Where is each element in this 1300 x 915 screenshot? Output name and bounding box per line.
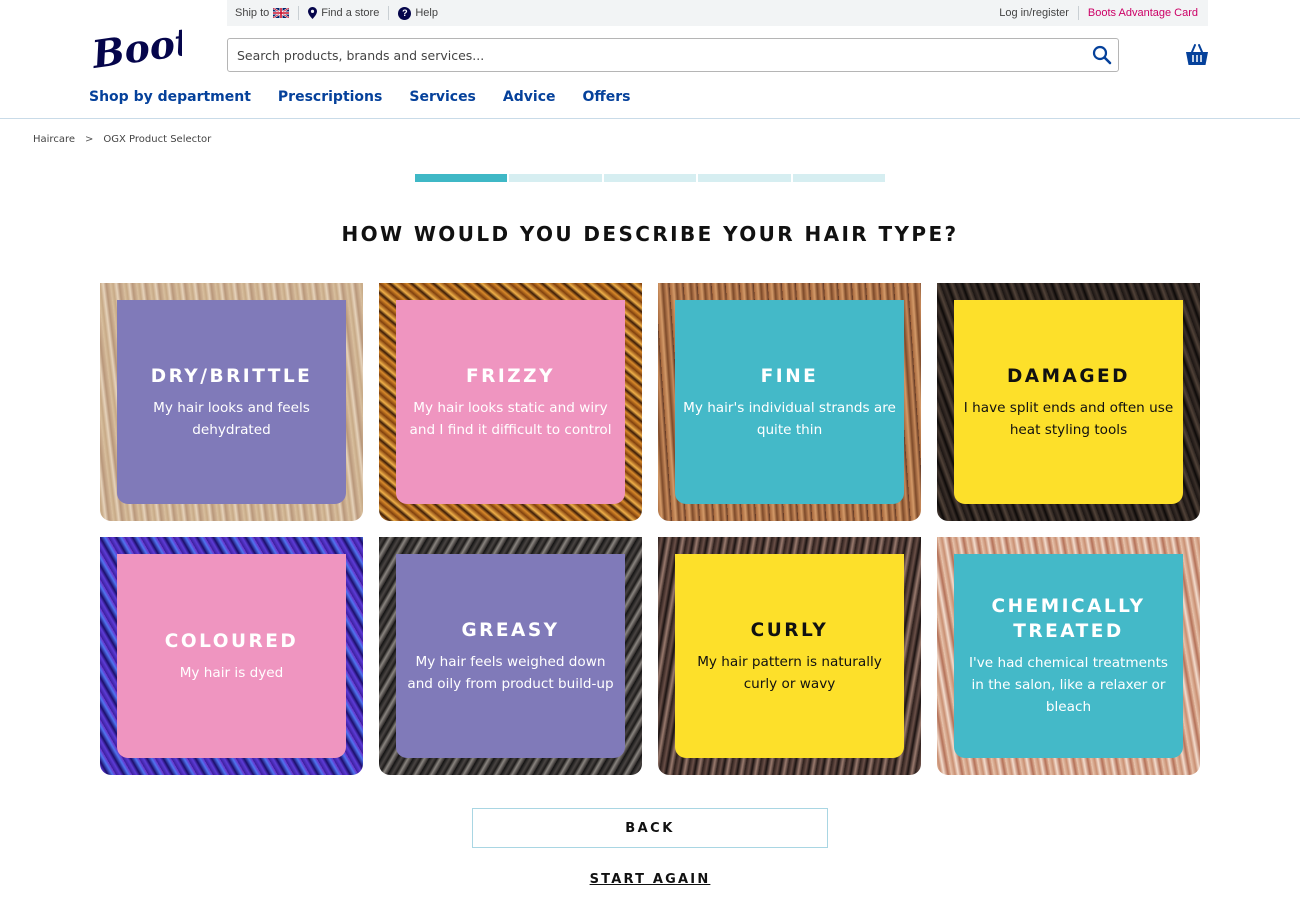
option-card-panel: GREASY My hair feels weighed down and oi… — [396, 554, 625, 758]
breadcrumb-haircare[interactable]: Haircare — [33, 134, 75, 145]
nav-offers[interactable]: Offers — [582, 89, 630, 105]
login-link[interactable]: Log in/register — [999, 7, 1069, 19]
find-store-link[interactable]: Find a store — [308, 7, 379, 19]
nav-prescriptions[interactable]: Prescriptions — [278, 89, 382, 105]
ship-to-link[interactable]: Ship to — [235, 7, 290, 19]
option-card-damaged[interactable]: DAMAGED I have split ends and often use … — [937, 283, 1200, 521]
utility-divider — [298, 6, 300, 20]
question-title: HOW WOULD YOU DESCRIBE YOUR HAIR TYPE? — [341, 222, 959, 246]
start-again-link[interactable]: START AGAIN — [590, 872, 711, 887]
utility-bar: Ship to Find a store ? Help Log in/regis… — [227, 0, 1208, 26]
search-input[interactable] — [228, 39, 1078, 71]
option-title: CHEMICALLY TREATED — [991, 596, 1146, 642]
option-title: COLOURED — [164, 630, 299, 652]
option-description: My hair looks static and wiry and I find… — [409, 399, 612, 438]
step-progress — [415, 174, 886, 182]
option-description: I have split ends and often use heat sty… — [963, 399, 1174, 438]
option-description: My hair feels weighed down and oily from… — [407, 653, 614, 692]
find-store-label: Find a store — [321, 7, 380, 19]
utility-bar-right: Log in/register Boots Advantage Card — [999, 0, 1198, 26]
start-again-container: START AGAIN — [0, 870, 1300, 888]
utility-divider — [388, 6, 390, 20]
option-card-greasy[interactable]: GREASY My hair feels weighed down and oi… — [379, 537, 642, 775]
option-title: GREASY — [461, 619, 560, 641]
back-button[interactable]: BACK — [472, 808, 828, 848]
breadcrumb: Haircare > OGX Product Selector — [33, 134, 211, 145]
progress-step-4 — [698, 174, 791, 182]
location-pin-icon — [308, 7, 318, 19]
ship-to-label: Ship to — [235, 7, 270, 19]
option-card-curly[interactable]: CURLY My hair pattern is naturally curly… — [658, 537, 921, 775]
option-card-coloured[interactable]: COLOURED My hair is dyed — [100, 537, 363, 775]
option-description: My hair is dyed — [179, 664, 284, 681]
option-description: My hair looks and feels dehydrated — [153, 399, 310, 438]
option-title: FINE — [760, 365, 819, 387]
option-description: I've had chemical treatments in the salo… — [968, 655, 1169, 715]
option-card-panel: DAMAGED I have split ends and often use … — [954, 300, 1183, 504]
help-link[interactable]: ? Help — [398, 6, 438, 20]
option-card-panel: FRIZZY My hair looks static and wiry and… — [396, 300, 625, 504]
option-card-frizzy[interactable]: FRIZZY My hair looks static and wiry and… — [379, 283, 642, 521]
search-icon[interactable] — [1092, 45, 1112, 65]
nav-services[interactable]: Services — [409, 89, 476, 105]
nav-shop-by-department[interactable]: Shop by department — [89, 89, 251, 105]
option-card-panel: DRY/BRITTLE My hair looks and feels dehy… — [117, 300, 346, 504]
option-card-fine[interactable]: FINE My hair's individual strands are qu… — [658, 283, 921, 521]
option-card-panel: CURLY My hair pattern is naturally curly… — [675, 554, 904, 758]
option-card-chemically-treated[interactable]: CHEMICALLY TREATED I've had chemical tre… — [937, 537, 1200, 775]
option-title: DRY/BRITTLE — [150, 365, 313, 387]
help-label: Help — [415, 7, 438, 19]
option-card-panel: FINE My hair's individual strands are qu… — [675, 300, 904, 504]
breadcrumb-separator: > — [85, 134, 94, 145]
uk-flag-icon — [273, 8, 290, 18]
utility-bar-left: Ship to Find a store ? Help — [235, 0, 438, 26]
boots-logo[interactable]: Boots — [90, 18, 182, 72]
option-title: FRIZZY — [466, 365, 555, 387]
utility-divider — [1077, 6, 1079, 20]
question-circle-icon: ? — [398, 6, 412, 20]
search-bar — [227, 38, 1119, 72]
option-card-dry-brittle[interactable]: DRY/BRITTLE My hair looks and feels dehy… — [100, 283, 363, 521]
nav-advice[interactable]: Advice — [503, 89, 556, 105]
option-title: DAMAGED — [1006, 365, 1131, 387]
option-description: My hair pattern is naturally curly or wa… — [697, 653, 882, 692]
progress-step-3 — [603, 174, 697, 182]
option-description: My hair's individual strands are quite t… — [683, 399, 896, 438]
boots-logo-text: Boots — [90, 18, 182, 72]
progress-step-5 — [792, 174, 886, 182]
advantage-card-link[interactable]: Boots Advantage Card — [1088, 7, 1198, 19]
progress-step-1 — [415, 174, 508, 182]
basket-icon[interactable] — [1185, 43, 1209, 67]
progress-step-2 — [509, 174, 602, 182]
breadcrumb-current: OGX Product Selector — [103, 134, 212, 145]
option-card-panel: CHEMICALLY TREATED I've had chemical tre… — [954, 554, 1183, 758]
header-divider — [0, 118, 1300, 119]
option-card-panel: COLOURED My hair is dyed — [117, 554, 346, 758]
option-title: CURLY — [750, 619, 829, 641]
main-nav: Shop by department Prescriptions Service… — [89, 86, 657, 108]
